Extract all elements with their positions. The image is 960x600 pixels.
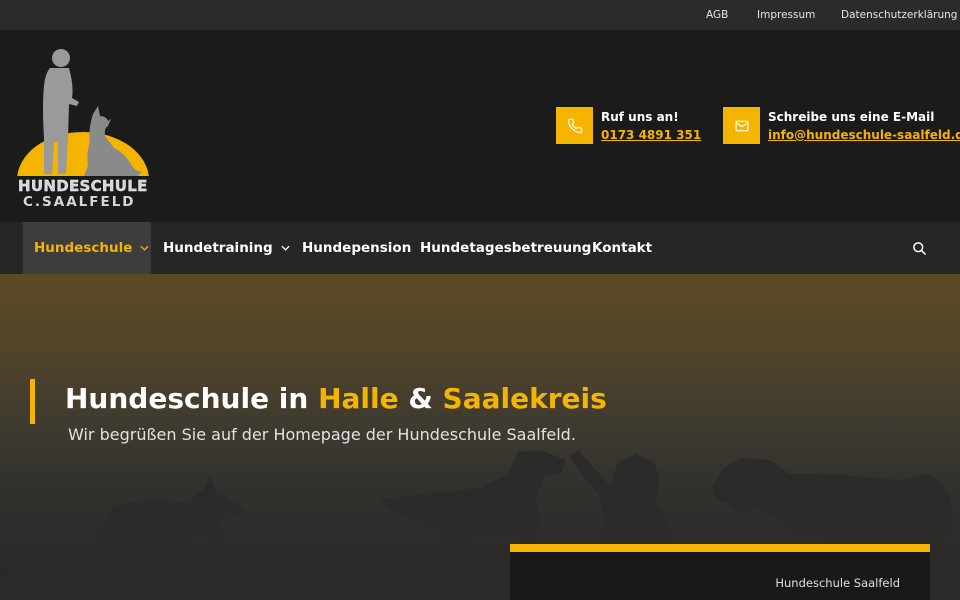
hero-title-ampersand: & <box>398 382 443 415</box>
hero-title-text: Hundeschule in <box>65 382 319 415</box>
logo-text-line2: C.SAALFELD <box>23 194 136 208</box>
nav-item-label: Hundetraining <box>163 240 273 256</box>
nav-item-label: Kontakt <box>592 240 653 256</box>
hero-accent-bar <box>30 379 35 424</box>
nav-item-hundeschule[interactable]: Hundeschule <box>23 222 151 274</box>
hero-title-highlight-saalekreis: Saalekreis <box>442 382 607 415</box>
phone-icon <box>556 107 593 144</box>
mail-icon <box>723 107 760 144</box>
agb-link[interactable]: AGB <box>706 9 728 21</box>
logo-text-line1: HUNDESCHULE <box>18 177 148 195</box>
hero-title-highlight-halle: Halle <box>318 382 399 415</box>
hero-subtitle: Wir begrüßen Sie auf der Homepage der Hu… <box>68 425 576 444</box>
chevron-down-icon <box>140 245 149 251</box>
email-link[interactable]: info@hundeschule-saalfeld.de <box>768 128 960 142</box>
email-title: Schreibe uns eine E-Mail <box>768 110 935 124</box>
site-logo[interactable]: HUNDESCHULE C.SAALFELD <box>14 46 152 210</box>
hero-banner: Hundeschule in Halle & Saalekreis Wir be… <box>0 274 960 600</box>
nav-item-kontakt[interactable]: Kontakt <box>592 222 652 274</box>
hero-title: Hundeschule in Halle & Saalekreis <box>65 382 607 415</box>
nav-item-label: Hundepension <box>302 240 412 256</box>
nav-item-label: Hundeschule <box>34 240 133 256</box>
caption-text: Hundeschule Saalfeld <box>775 576 900 590</box>
logo-graphic: HUNDESCHULE C.SAALFELD <box>14 49 152 210</box>
datenschutz-link[interactable]: Datenschutzerklärung <box>841 9 957 21</box>
site-header: HUNDESCHULE C.SAALFELD Ruf uns an! 0173 … <box>0 30 960 222</box>
chevron-down-icon <box>281 245 290 251</box>
search-icon[interactable] <box>912 222 927 274</box>
nav-item-hundetraining[interactable]: Hundetraining <box>163 222 290 274</box>
nav-item-hundetagesbetreuung[interactable]: Hundetagesbetreuung <box>420 222 591 274</box>
nav-item-hundepension[interactable]: Hundepension <box>302 222 411 274</box>
top-bar: AGB Impressum Datenschutzerklärung <box>0 0 960 30</box>
caption-box: Hundeschule Saalfeld <box>510 552 930 600</box>
phone-number-link[interactable]: 0173 4891 351 <box>601 128 701 142</box>
phone-title: Ruf uns an! <box>601 110 679 124</box>
impressum-link[interactable]: Impressum <box>757 9 815 21</box>
main-navigation: Hundeschule Hundetraining Hundepension H… <box>0 222 960 274</box>
caption-accent-line <box>510 544 930 552</box>
nav-item-label: Hundetagesbetreuung <box>420 240 592 256</box>
